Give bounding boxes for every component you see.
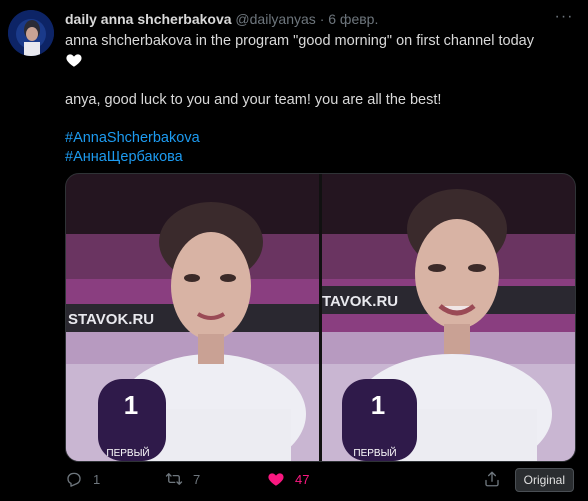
reply-button[interactable]: 1 [65,470,100,488]
original-button[interactable]: Original [514,468,574,492]
share-button[interactable] [483,470,501,488]
hashtag-link[interactable]: #AnnaShcherbakova [65,129,570,148]
reply-icon [67,472,81,487]
svg-text:1: 1 [124,390,138,420]
heart-icon [268,473,284,486]
tweet-text-line-2: anya, good luck to you and your team! yo… [65,92,442,108]
avatar[interactable] [8,10,54,56]
retweet-icon [165,473,183,485]
tweet-text: anna shcherbakova in the program "good m… [65,32,570,167]
white-heart-emoji [65,51,570,72]
action-bar: 1 7 47 Original [65,468,574,492]
separator: · [319,11,325,27]
tweet-text-line-1: anna shcherbakova in the program "good m… [65,33,534,49]
banner-text: TAVOK.RU [322,293,398,310]
photo-right[interactable]: TAVOK.RU 1 ПЕРВЫЙ [322,174,575,461]
more-icon[interactable]: ··· [552,8,576,28]
text-gap [65,110,570,129]
media-grid: STAVOK.RU 1 ПЕРВЫЙ TAVOK.RU 1 ПЕРВЫЙ [65,173,576,462]
photo-left[interactable]: STAVOK.RU 1 ПЕРВЫЙ [66,174,319,461]
banner-text: STAVOK.RU [68,311,154,328]
like-count: 47 [295,471,310,487]
hashtag-link[interactable]: #АннаЩербакова [65,148,570,167]
tweet[interactable]: daily anna shcherbakova @dailyanyas · 6 … [0,0,588,501]
tweet-header: daily anna shcherbakova @dailyanyas · 6 … [65,11,378,27]
like-button[interactable]: 47 [267,470,309,488]
display-name[interactable]: daily anna shcherbakova [65,11,232,27]
retweet-button[interactable]: 7 [165,470,200,488]
text-gap [65,72,570,91]
mic-text: ПЕРВЫЙ [106,446,149,459]
share-icon [485,471,499,487]
user-handle[interactable]: @dailyanyas [235,11,315,27]
mic-text: ПЕРВЫЙ [353,446,396,459]
retweet-count: 7 [193,471,201,487]
svg-text:1: 1 [371,390,385,420]
tweet-date[interactable]: 6 февр. [328,11,378,27]
reply-count: 1 [93,471,101,487]
